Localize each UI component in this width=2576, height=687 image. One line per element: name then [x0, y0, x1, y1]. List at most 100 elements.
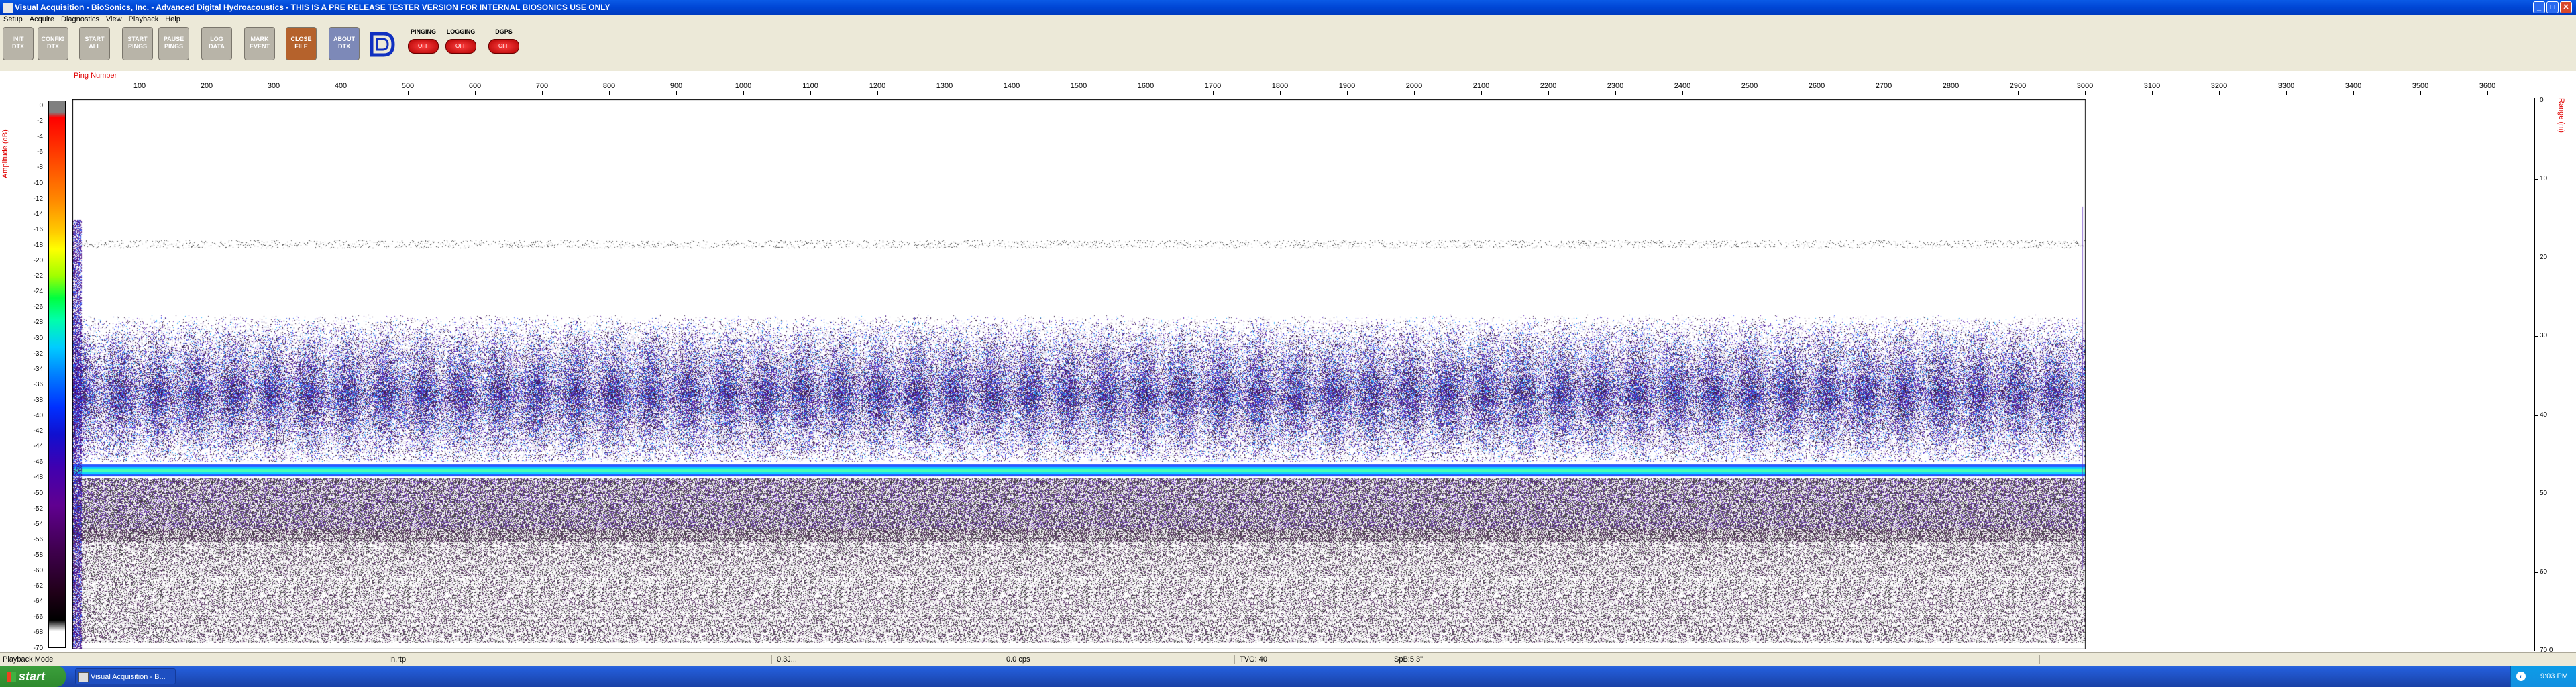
windows-flag-icon [7, 672, 16, 682]
status-spb: SpB:5.3" [1394, 655, 1424, 664]
ping-tick-label: 1600 [1137, 82, 1155, 90]
amplitude-tick-label: -54 [33, 520, 43, 528]
menu-bar: Setup Acquire Diagnostics View Playback Help [0, 15, 2576, 24]
menu-playback[interactable]: Playback [125, 15, 162, 24]
range-tick-mark [2534, 415, 2538, 416]
ping-tick-label: 1000 [735, 82, 752, 90]
ping-tick-label: 900 [669, 82, 683, 90]
amplitude-tick-label: -28 [33, 319, 43, 327]
ping-tick-label: 1700 [1204, 82, 1222, 90]
ping-tick-label: 2500 [1741, 82, 1758, 90]
menu-view[interactable]: View [103, 15, 125, 24]
amplitude-colorbar [48, 101, 66, 648]
amplitude-tick-label: -4 [37, 133, 43, 141]
amplitude-tick-label: -40 [33, 412, 43, 419]
ping-tick-label: 3100 [2143, 82, 2161, 90]
ping-number-label: Ping Number [74, 72, 117, 80]
ping-tick-label: 3400 [2345, 82, 2362, 90]
amplitude-tick-label: -12 [33, 195, 43, 203]
ping-tick-label: 100 [133, 82, 146, 90]
range-label: Range (m) [2557, 98, 2565, 133]
mark-event-button[interactable]: MARK EVENT [244, 27, 275, 60]
init-dtx-button[interactable]: INIT DTX [3, 27, 34, 60]
ping-tick-label: 2200 [1540, 82, 1557, 90]
amplitude-tick-label: -20 [33, 257, 43, 264]
menu-setup[interactable]: Setup [0, 15, 26, 24]
ping-tick-label: 1300 [936, 82, 953, 90]
amplitude-tick-label: -50 [33, 489, 43, 497]
taskbar-visual-acquisition[interactable]: Visual Acquisition - B... [75, 668, 176, 684]
amplitude-tick-label: -64 [33, 598, 43, 606]
menu-help[interactable]: Help [162, 15, 184, 24]
window-title-bar: Visual Acquisition - BioSonics, Inc. - A… [0, 0, 2576, 15]
menu-acquire[interactable]: Acquire [26, 15, 58, 24]
ping-tick-label: 3600 [2479, 82, 2496, 90]
ping-tick-label: 1800 [1271, 82, 1289, 90]
logging-led: OFF [445, 39, 476, 54]
range-tick-mark [2534, 336, 2538, 337]
echogram-panel: Ping Number 100 200 300 400 500 600 700 800 900 1… [0, 71, 2576, 654]
ping-tick-label: 1100 [802, 82, 818, 90]
amplitude-tick-label: -16 [33, 225, 43, 233]
ping-tick-label: 700 [535, 82, 549, 90]
ping-tick-label: 1900 [1338, 82, 1356, 90]
range-tick-label: 30 [2540, 332, 2548, 340]
ping-tick-label: 3300 [2277, 82, 2295, 90]
amplitude-tick-label: -24 [33, 288, 43, 296]
range-axis-line [2534, 98, 2535, 651]
pause-pings-button[interactable]: PAUSE PINGS [158, 27, 189, 60]
config-dtx-button[interactable]: CONFIG DTX [38, 27, 68, 60]
network-icon[interactable]: ◐ [2516, 672, 2526, 681]
menu-diagnostics[interactable]: Diagnostics [58, 15, 103, 24]
close-file-button[interactable]: CLOSE FILE [286, 27, 317, 60]
about-dtx-button[interactable]: ABOUT DTX [329, 27, 360, 60]
start-all-button[interactable]: START ALL [79, 27, 110, 60]
amplitude-label: Amplitude (dB) [1, 129, 9, 178]
amplitude-tick-label: -6 [37, 148, 43, 156]
taskbar: start Visual Acquisition - B... ◐ 9:03 P… [0, 666, 2576, 687]
ping-tick-label: 500 [401, 82, 415, 90]
window-title: Visual Acquisition - BioSonics, Inc. - A… [15, 3, 610, 12]
amplitude-tick-label: -46 [33, 458, 43, 466]
log-data-button[interactable]: LOG DATA [201, 27, 232, 60]
minimize-button[interactable]: _ [2533, 1, 2545, 13]
echogram-canvas[interactable] [72, 99, 2534, 649]
ping-tick-label: 300 [267, 82, 280, 90]
amplitude-tick-label: -66 [33, 613, 43, 621]
status-file: In.rtp [389, 655, 407, 664]
ping-tick-label: 400 [334, 82, 347, 90]
ping-tick-label: 2100 [1472, 82, 1490, 90]
amplitude-tick-label: -36 [33, 380, 43, 388]
maximize-button[interactable]: □ [2546, 1, 2559, 13]
start-button[interactable]: start [0, 666, 66, 687]
amplitude-tick-label: -44 [33, 443, 43, 451]
status-field-2: 0.3J... [777, 655, 797, 664]
ping-tick-label: 2300 [1607, 82, 1624, 90]
amplitude-tick-label: -38 [33, 396, 43, 404]
amplitude-tick-label: -70 [33, 644, 43, 652]
range-tick-label: 20 [2540, 254, 2548, 262]
range-tick-mark [2534, 572, 2538, 573]
amplitude-tick-label: 0 [39, 102, 43, 109]
biosonics-logo-icon [370, 32, 395, 57]
ping-tick-label: 3500 [2412, 82, 2429, 90]
amplitude-tick-label: -26 [33, 303, 43, 311]
ping-tick-label: 1400 [1003, 82, 1020, 90]
close-window-button[interactable]: ✕ [2560, 1, 2572, 13]
dgps-indicator: DGPS OFF [486, 27, 522, 62]
range-tick-label: 0 [2540, 97, 2544, 104]
logging-indicator: LOGGING OFF [443, 27, 479, 62]
status-ping-rate: 0.0 cps [1006, 655, 1030, 664]
ping-tick-label: 200 [200, 82, 213, 90]
ping-tick-label: 1200 [869, 82, 886, 90]
ping-tick-label: 2600 [1808, 82, 1825, 90]
app-icon [3, 3, 13, 13]
start-pings-button[interactable]: START PINGS [122, 27, 153, 60]
amplitude-tick-label: -60 [33, 567, 43, 574]
status-tvg: TVG: 40 [1240, 655, 1267, 664]
app-task-icon [78, 672, 89, 682]
amplitude-tick-label: -18 [33, 241, 43, 249]
range-tick-label: 50 [2540, 489, 2548, 497]
ping-tick-label: 600 [468, 82, 482, 90]
ping-tick-label: 1500 [1070, 82, 1087, 90]
